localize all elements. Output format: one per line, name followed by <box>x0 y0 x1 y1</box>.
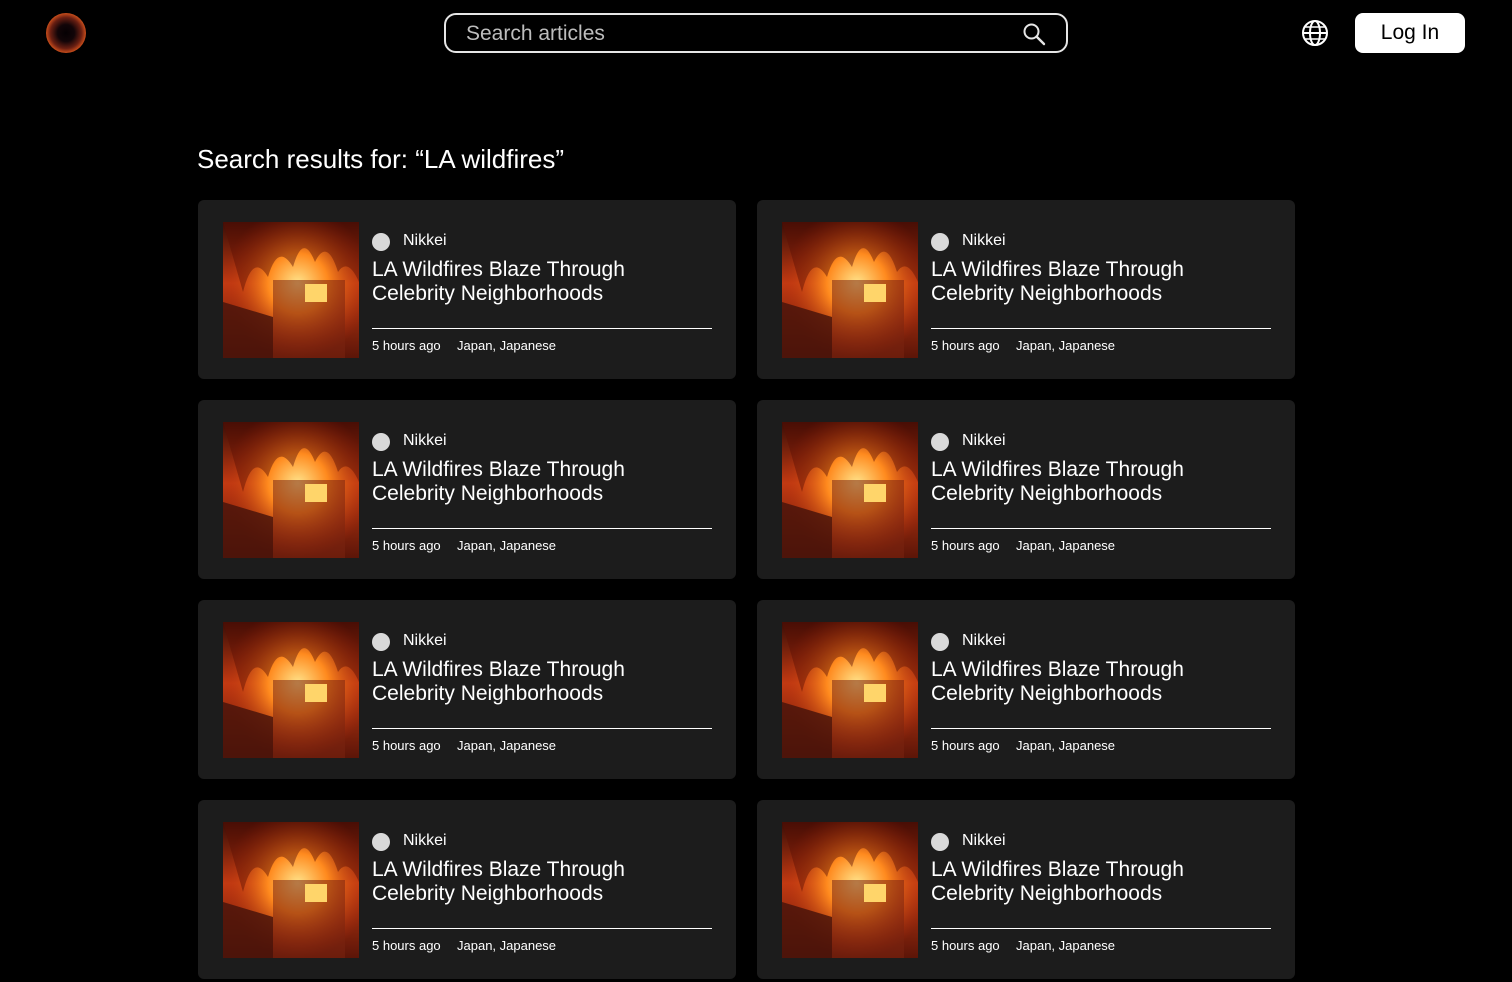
source-name[interactable]: Nikkei <box>962 632 1006 650</box>
wildfire-image <box>782 222 918 358</box>
wildfire-image <box>223 622 359 758</box>
page: Log In Search results for: “LA wildfires… <box>0 0 1512 982</box>
article-region: Japan, Japanese <box>457 738 557 753</box>
source-logo <box>372 233 390 251</box>
article-title[interactable]: LA Wildfires Blaze Through Celebrity Nei… <box>372 858 692 906</box>
article-card[interactable]: Nikkei LA Wildfires Blaze Through Celebr… <box>198 600 736 779</box>
source-logo <box>931 233 949 251</box>
source-name[interactable]: Nikkei <box>962 832 1006 850</box>
wildfire-image <box>223 422 359 558</box>
article-title[interactable]: LA Wildfires Blaze Through Celebrity Nei… <box>372 658 692 706</box>
article-region: Japan, Japanese <box>1016 338 1116 353</box>
article-region: Japan, Japanese <box>1016 938 1116 953</box>
divider <box>372 528 712 529</box>
article-thumbnail[interactable] <box>782 222 918 358</box>
search-bar[interactable] <box>444 13 1068 53</box>
article-thumbnail[interactable] <box>223 622 359 758</box>
article-card[interactable]: Nikkei LA Wildfires Blaze Through Celebr… <box>198 400 736 579</box>
article-thumbnail[interactable] <box>782 622 918 758</box>
article-title[interactable]: LA Wildfires Blaze Through Celebrity Nei… <box>931 258 1251 306</box>
source-name[interactable]: Nikkei <box>962 432 1006 450</box>
article-thumbnail[interactable] <box>782 422 918 558</box>
article-card[interactable]: Nikkei LA Wildfires Blaze Through Celebr… <box>757 600 1295 779</box>
article-time: 5 hours ago <box>372 538 441 553</box>
globe-icon[interactable] <box>1301 19 1329 47</box>
source-name[interactable]: Nikkei <box>403 632 447 650</box>
source-logo <box>372 833 390 851</box>
divider <box>931 528 1271 529</box>
article-card[interactable]: Nikkei LA Wildfires Blaze Through Celebr… <box>757 200 1295 379</box>
article-thumbnail[interactable] <box>223 822 359 958</box>
article-region: Japan, Japanese <box>1016 738 1116 753</box>
article-thumbnail[interactable] <box>782 822 918 958</box>
article-thumbnail[interactable] <box>223 422 359 558</box>
article-thumbnail[interactable] <box>223 222 359 358</box>
article-time: 5 hours ago <box>931 338 1000 353</box>
article-time: 5 hours ago <box>372 938 441 953</box>
source-name[interactable]: Nikkei <box>962 232 1006 250</box>
login-button[interactable]: Log In <box>1355 13 1465 53</box>
article-region: Japan, Japanese <box>457 538 557 553</box>
article-time: 5 hours ago <box>372 338 441 353</box>
article-time: 5 hours ago <box>931 538 1000 553</box>
article-card[interactable]: Nikkei LA Wildfires Blaze Through Celebr… <box>198 800 736 979</box>
wildfire-image <box>782 822 918 958</box>
source-name[interactable]: Nikkei <box>403 232 447 250</box>
article-title[interactable]: LA Wildfires Blaze Through Celebrity Nei… <box>931 458 1251 506</box>
article-card[interactable]: Nikkei LA Wildfires Blaze Through Celebr… <box>757 800 1295 979</box>
divider <box>372 728 712 729</box>
article-title[interactable]: LA Wildfires Blaze Through Celebrity Nei… <box>372 458 692 506</box>
article-region: Japan, Japanese <box>457 338 557 353</box>
divider <box>372 328 712 329</box>
article-card[interactable]: Nikkei LA Wildfires Blaze Through Celebr… <box>757 400 1295 579</box>
wildfire-image <box>223 822 359 958</box>
wildfire-image <box>223 222 359 358</box>
results-grid: Nikkei LA Wildfires Blaze Through Celebr… <box>198 200 1295 979</box>
logo-icon[interactable] <box>46 13 86 53</box>
search-icon[interactable] <box>1022 22 1046 46</box>
source-logo <box>931 833 949 851</box>
source-name[interactable]: Nikkei <box>403 832 447 850</box>
article-time: 5 hours ago <box>931 738 1000 753</box>
article-region: Japan, Japanese <box>457 938 557 953</box>
divider <box>931 328 1271 329</box>
article-card[interactable]: Nikkei LA Wildfires Blaze Through Celebr… <box>198 200 736 379</box>
article-time: 5 hours ago <box>931 938 1000 953</box>
divider <box>931 928 1271 929</box>
article-region: Japan, Japanese <box>1016 538 1116 553</box>
wildfire-image <box>782 622 918 758</box>
article-title[interactable]: LA Wildfires Blaze Through Celebrity Nei… <box>931 858 1251 906</box>
results-heading: Search results for: “LA wildfires” <box>197 144 565 174</box>
article-title[interactable]: LA Wildfires Blaze Through Celebrity Nei… <box>931 658 1251 706</box>
search-input[interactable] <box>464 15 1008 53</box>
source-logo <box>931 433 949 451</box>
source-logo <box>372 633 390 651</box>
article-time: 5 hours ago <box>372 738 441 753</box>
source-name[interactable]: Nikkei <box>403 432 447 450</box>
divider <box>372 928 712 929</box>
divider <box>931 728 1271 729</box>
source-logo <box>931 633 949 651</box>
source-logo <box>372 433 390 451</box>
wildfire-image <box>782 422 918 558</box>
article-title[interactable]: LA Wildfires Blaze Through Celebrity Nei… <box>372 258 692 306</box>
